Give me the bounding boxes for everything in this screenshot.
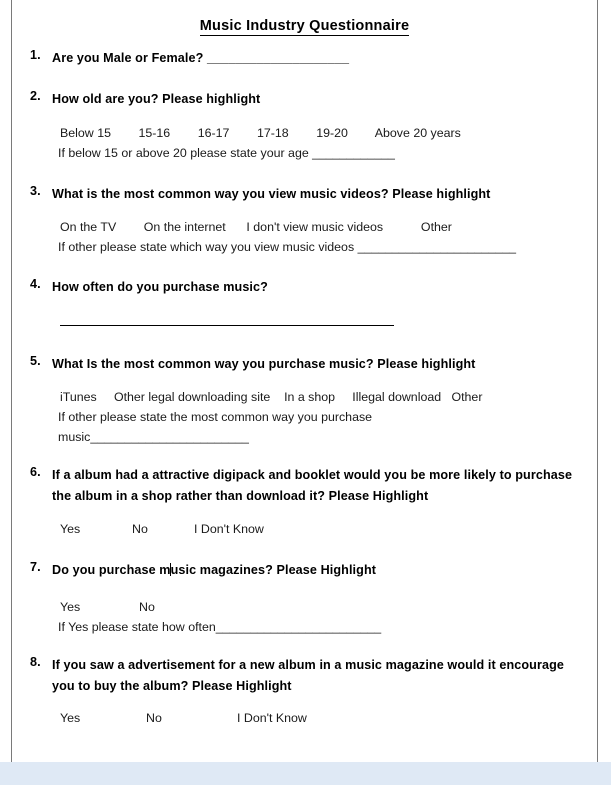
question-6-answer-no[interactable]: No <box>132 522 148 536</box>
question-1-text: Are you Male or Female? ________________… <box>52 51 350 65</box>
question-2-options[interactable]: Below 15 15-16 16-17 17-18 19-20 Above 2… <box>60 126 461 140</box>
question-5-options[interactable]: iTunes Other legal downloading site In a… <box>60 390 482 404</box>
page-title-text: Music Industry Questionnaire <box>199 18 410 36</box>
question-3: 3. What is the most common way you view … <box>30 184 585 205</box>
question-6: 6. If a album had a attractive digipack … <box>30 465 585 507</box>
question-5-text: What Is the most common way you purchase… <box>52 357 476 371</box>
question-6-number: 6. <box>30 465 41 479</box>
question-7: 7. Do you purchase music magazines? Plea… <box>30 560 585 581</box>
question-7-text-before-caret: Do you purchase m <box>52 563 171 577</box>
question-8: 8. If you saw a advertisement for a new … <box>30 655 585 697</box>
question-2-number: 2. <box>30 89 41 103</box>
question-1: 1. Are you Male or Female? _____________… <box>30 48 585 69</box>
document-body[interactable]: Music Industry Questionnaire 1. Are you … <box>12 0 597 762</box>
question-2-note[interactable]: If below 15 or above 20 please state you… <box>58 146 395 160</box>
question-2-text: How old are you? Please highlight <box>52 92 261 106</box>
question-5-note-continued[interactable]: music_______________________ <box>58 430 249 444</box>
question-6-answer-yes[interactable]: Yes <box>60 522 80 536</box>
question-3-note[interactable]: If other please state which way you view… <box>58 240 516 254</box>
question-8-answer-no[interactable]: No <box>146 711 162 725</box>
question-7-answer-yes[interactable]: Yes <box>60 600 80 614</box>
question-5-note[interactable]: If other please state the most common wa… <box>58 410 372 424</box>
question-8-number: 8. <box>30 655 41 669</box>
question-3-options[interactable]: On the TV On the internet I don't view m… <box>60 220 452 234</box>
question-4-text: How often do you purchase music? <box>52 280 268 294</box>
question-7-text-after-caret: usic magazines? Please Highlight <box>170 563 377 577</box>
question-4: 4. How often do you purchase music? <box>30 277 585 298</box>
question-8-answer-yes[interactable]: Yes <box>60 711 80 725</box>
page-title: Music Industry Questionnaire <box>12 18 597 36</box>
question-7-answer-no[interactable]: No <box>139 600 155 614</box>
question-5-number: 5. <box>30 354 41 368</box>
question-2: 2. How old are you? Please highlight <box>30 89 585 110</box>
page-gap-area <box>0 762 611 785</box>
question-7-note[interactable]: If Yes please state how often___________… <box>58 620 381 634</box>
question-3-text: What is the most common way you view mus… <box>52 187 491 201</box>
question-7-text: Do you purchase music magazines? Please … <box>52 560 585 581</box>
document-page[interactable]: Music Industry Questionnaire 1. Are you … <box>11 0 598 762</box>
question-4-number: 4. <box>30 277 41 291</box>
question-3-number: 3. <box>30 184 41 198</box>
question-6-text: If a album had a attractive digipack and… <box>52 468 573 503</box>
question-8-answer-dont-know[interactable]: I Don't Know <box>237 711 307 725</box>
question-1-number: 1. <box>30 48 41 62</box>
question-5: 5. What Is the most common way you purch… <box>30 354 585 375</box>
question-6-answer-dont-know[interactable]: I Don't Know <box>194 522 264 536</box>
question-8-text: If you saw a advertisement for a new alb… <box>52 658 564 693</box>
question-4-answer-line[interactable] <box>60 325 394 326</box>
question-7-number: 7. <box>30 560 41 574</box>
